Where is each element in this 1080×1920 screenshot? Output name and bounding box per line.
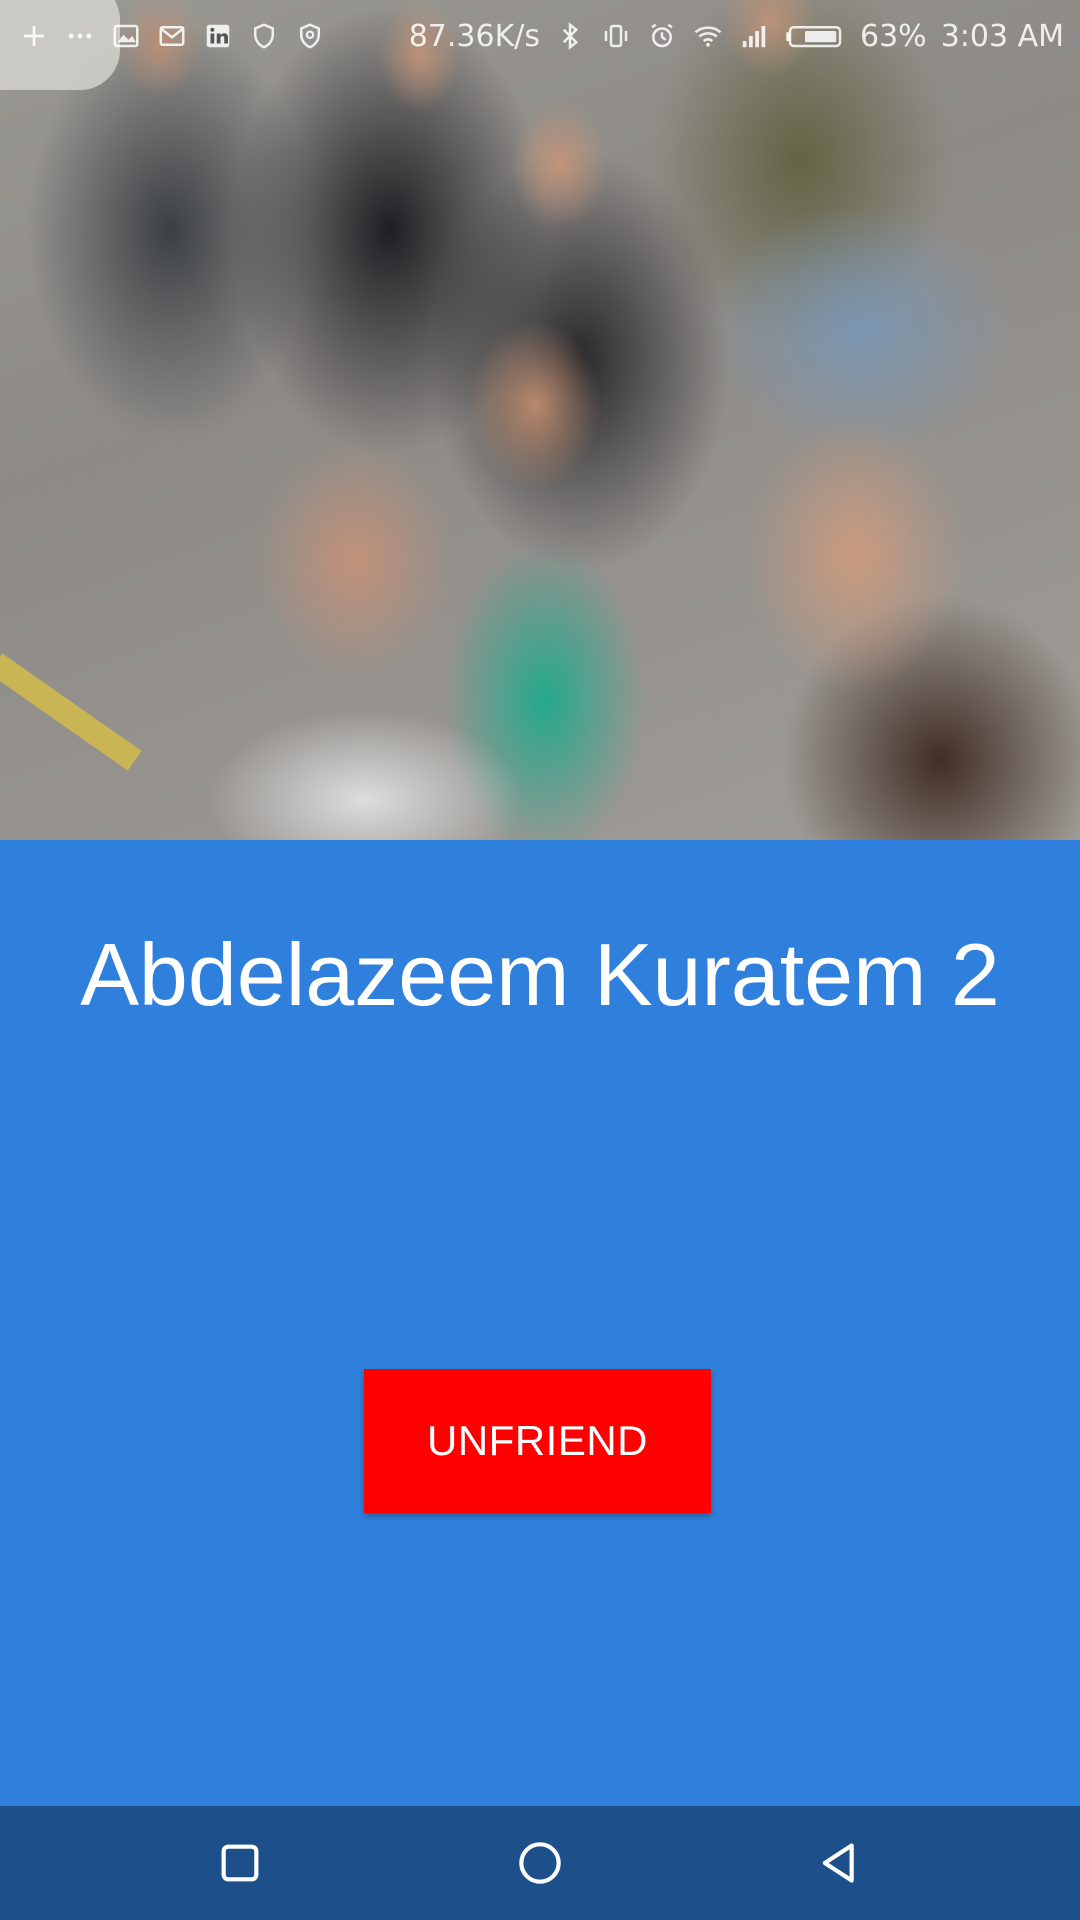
unfriend-button[interactable]: UNFRIEND <box>364 1369 711 1513</box>
linkedin-icon <box>202 20 234 52</box>
bluetooth-icon <box>554 20 586 52</box>
vibrate-icon <box>600 20 632 52</box>
profile-name: Abdelazeem Kuratem 2 <box>80 925 1000 1024</box>
clock: 3:03 AM <box>940 18 1064 54</box>
back-button[interactable] <box>780 1806 900 1920</box>
more-dots-icon <box>64 20 96 52</box>
signal-icon <box>738 20 770 52</box>
wifi-icon <box>692 20 724 52</box>
gmail-icon <box>156 20 188 52</box>
add-icon <box>18 20 50 52</box>
home-circle-icon <box>519 1842 561 1884</box>
network-speed: 87.36K/s <box>408 18 540 54</box>
back-triangle-icon <box>822 1843 854 1883</box>
shield-check-icon <box>294 20 326 52</box>
shield-icon <box>248 20 280 52</box>
profile-photo <box>0 0 1080 840</box>
profile-screen: 87.36K/s 63% 3:03 AM Abdelazeem Kuratem <box>0 0 1080 1920</box>
status-bar-right: 87.36K/s 63% 3:03 AM <box>409 19 1064 54</box>
recents-button[interactable] <box>180 1806 300 1920</box>
status-bar-left <box>18 20 326 52</box>
battery-icon <box>784 20 846 52</box>
gallery-icon <box>110 20 142 52</box>
alarm-icon <box>646 20 678 52</box>
home-button[interactable] <box>480 1806 600 1920</box>
recents-square-icon <box>221 1844 259 1882</box>
status-bar: 87.36K/s 63% 3:03 AM <box>0 0 1080 72</box>
battery-percent: 63% <box>860 18 927 54</box>
photo-road-line <box>0 653 142 771</box>
navigation-bar <box>0 1806 1080 1920</box>
